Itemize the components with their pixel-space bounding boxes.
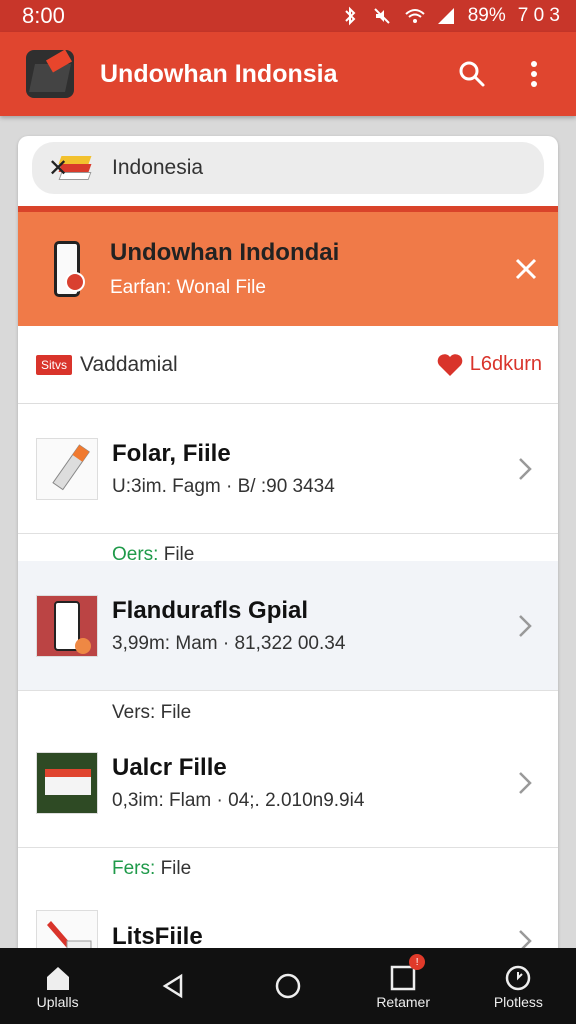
search-button[interactable] <box>450 52 494 96</box>
more-vert-icon <box>531 61 537 87</box>
item-title: Flandurafls Gpial <box>112 596 309 624</box>
status-time: 8:00 <box>22 3 65 28</box>
status-bar: 8:00 89% 7 0 3 <box>0 0 576 32</box>
chevron-right-icon <box>510 611 540 641</box>
home-icon <box>42 962 74 994</box>
back-triangle-icon <box>157 970 189 1002</box>
close-icon <box>515 258 537 280</box>
pen-thumbnail-icon <box>36 437 98 500</box>
signal-icon <box>436 6 456 26</box>
list-item[interactable]: Folar, Fiile U:3im. Fagm · B/ :90 3434 <box>18 404 558 534</box>
item-subtitle: 0,3im: Flam · 04;. 2.010n9.9i4 <box>112 789 365 811</box>
battery-level: 89% <box>467 5 506 26</box>
nav-label: Plotless <box>493 994 543 1010</box>
overflow-menu-button[interactable] <box>512 52 556 96</box>
nav-label: Uplalls <box>36 994 79 1010</box>
nav-home[interactable] <box>238 970 338 1002</box>
status-badge: Sitvs <box>36 354 73 375</box>
notification-badge: ! <box>409 954 426 970</box>
status-extra: 7 0 3 <box>517 5 560 26</box>
search-field[interactable]: ✕ Indonesia <box>32 142 544 194</box>
nav-plotless[interactable]: Plotless <box>468 962 568 1010</box>
filter-label: Vaddamial <box>80 352 178 376</box>
filter-row: Sitvs Vaddamial L6dkurn <box>18 326 558 404</box>
app-title: Undowhan Indonsia <box>100 59 338 88</box>
item-title: Ualcr Fille <box>112 753 227 781</box>
home-circle-icon <box>272 970 304 1002</box>
favorite-label: L6dkurn <box>469 353 542 375</box>
wifi-icon <box>404 6 425 26</box>
app-logo-icon <box>26 50 74 98</box>
banner-title: Undowhan Indondai <box>110 239 340 266</box>
mute-icon <box>372 6 392 26</box>
flag-icon: ✕ <box>48 154 94 182</box>
content-card: ✕ Indonesia Undowhan Indondai Earfan: Wo… <box>18 136 558 966</box>
bottom-nav-bar: Uplalls ! Retamer Plotless <box>0 948 576 1024</box>
clock-icon <box>502 962 534 994</box>
nav-label: Retamer <box>376 994 430 1010</box>
app-bar: Undowhan Indonsia <box>0 32 576 116</box>
item-title: Folar, Fiile <box>112 439 231 467</box>
search-value: Indonesia <box>112 156 204 179</box>
heart-icon <box>437 353 463 376</box>
favorite-button[interactable]: L6dkurn <box>436 352 542 378</box>
chevron-right-icon <box>510 454 540 484</box>
item-subtitle: 3,99m: Mam · 81,322 00.34 <box>112 632 346 654</box>
nav-uplalls[interactable]: Uplalls <box>8 962 108 1010</box>
list-item[interactable]: Flandurafls Gpial 3,99m: Mam · 81,322 00… <box>18 561 558 691</box>
nav-back[interactable] <box>123 970 223 1002</box>
bluetooth-icon <box>340 6 360 26</box>
banner-subtitle: Earfan: Wonal File <box>110 277 266 298</box>
search-icon <box>459 61 485 87</box>
landscape-thumbnail-icon <box>36 751 98 814</box>
nav-retamer[interactable]: ! Retamer <box>353 954 453 1010</box>
phone-thumbnail-icon <box>36 594 98 657</box>
item-title: LitsFiile <box>112 922 203 950</box>
close-banner-button[interactable] <box>506 249 546 289</box>
phone-icon <box>54 241 85 297</box>
list-item[interactable]: Ualcr Fille 0,3im: Flam · 04;. 2.010n9.9… <box>18 718 558 848</box>
recent-square-icon: ! <box>387 954 426 994</box>
chevron-right-icon <box>510 768 540 798</box>
item-subtitle: U:3im. Fagm · B/ :90 3434 <box>112 475 335 497</box>
promo-banner[interactable]: Undowhan Indondai Earfan: Wonal File <box>18 206 558 326</box>
